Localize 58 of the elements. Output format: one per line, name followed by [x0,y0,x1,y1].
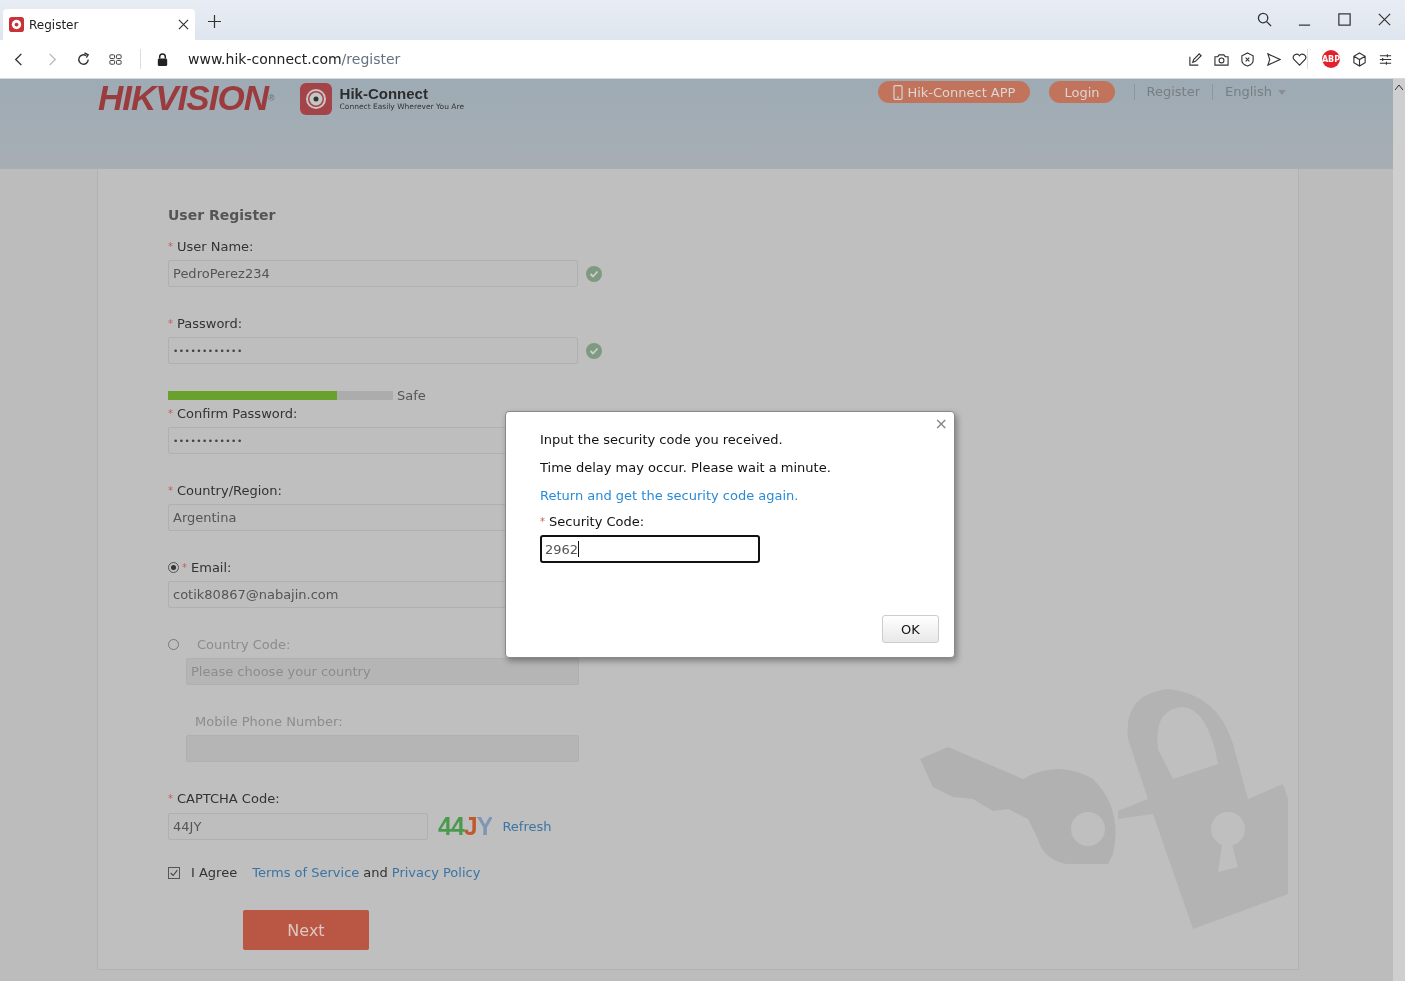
caret-icon [1278,89,1286,95]
hikvision-logo: HIKVISION$^{®}$ [98,81,274,115]
close-button[interactable]: × [932,416,950,432]
nav-button[interactable]: Login [1049,81,1115,103]
required-mark: * [168,318,173,329]
camera-logo-icon [9,17,24,32]
heart-icon[interactable] [1292,51,1307,67]
required-mark: * [168,241,173,252]
camera-icon[interactable] [1214,51,1229,67]
grid-icon[interactable] [108,51,123,67]
security-code-field[interactable]: 2962 [540,535,760,563]
privacy-link[interactable]: Privacy Policy [391,865,481,880]
shield-icon[interactable] [1240,51,1255,67]
nav-button[interactable]: Hik-Connect APP [878,81,1031,103]
search-icon[interactable] [1257,12,1272,27]
scrollbar[interactable] [1393,79,1405,981]
agree-checkbox[interactable] [168,866,180,879]
required-mark: * [168,793,173,804]
url-text[interactable]: www.hik-connect.com/register [188,51,401,67]
reload-icon[interactable] [76,51,91,67]
cube-icon[interactable] [1352,51,1367,67]
password-field[interactable]: •••••••••••• [168,337,578,364]
strength-label: Safe [397,388,426,403]
ok-button[interactable]: OK [882,615,939,643]
camera-logo-icon [299,83,332,115]
maximize-icon[interactable] [1337,12,1352,27]
required-mark: * [168,485,173,496]
brand-name: Hik-Connect [339,86,429,102]
form-title: User Register [168,207,276,223]
field-label: Email: [191,560,232,575]
menu-icon[interactable] [1378,51,1393,67]
field-label: Country/Region: [177,483,282,498]
required-mark: * [540,516,545,527]
next-button[interactable]: Next [243,910,369,950]
joiner-text: and [363,865,388,880]
dialog-note: Time delay may occur. Please wait a minute. Return and get the security code again. [540,459,832,505]
send-icon[interactable] [1266,51,1281,67]
browser-tab[interactable]: Register [3,9,195,40]
lock-icon [155,51,170,67]
resend-link[interactable]: Return and get the security code again. [540,488,799,503]
terms-link[interactable]: Terms of Service [252,865,360,880]
tab-title: Register [29,17,80,32]
scroll-up-icon[interactable] [1395,85,1403,90]
required-mark: * [168,408,173,419]
refresh-link[interactable]: Refresh [502,819,552,834]
required-mark: * [182,562,187,573]
field-label: Password: [177,316,243,331]
field-label: Confirm Password: [177,406,298,421]
agree-label: I Agree [191,865,238,880]
close-icon[interactable] [178,19,189,30]
new-tab-icon[interactable] [208,15,221,28]
edit-icon[interactable] [1188,51,1203,67]
field-label: User Name: [177,239,254,254]
close-icon[interactable] [1377,12,1392,27]
adblock-icon[interactable]: ABP [1322,50,1340,68]
captcha-field[interactable]: 44JY [168,813,428,840]
username-field[interactable]: PedroPerez234 [168,260,578,287]
field-label: CAPTCHA Code: [177,791,280,806]
